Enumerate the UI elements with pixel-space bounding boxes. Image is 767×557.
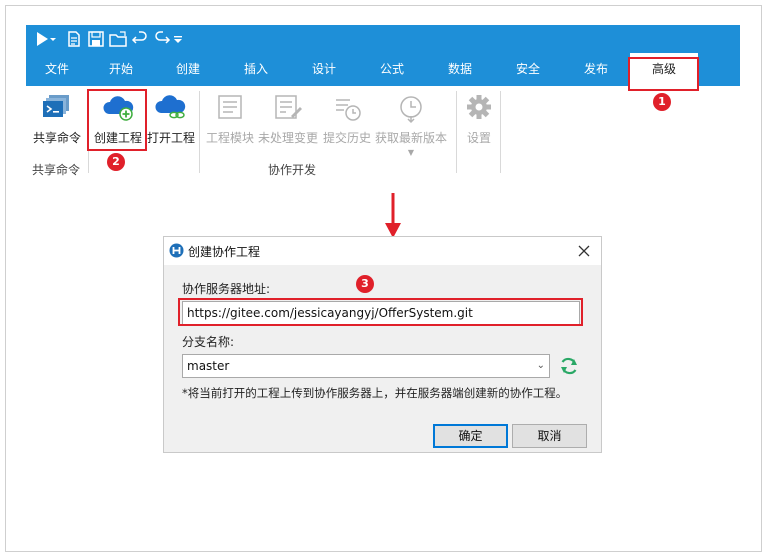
refresh-icon[interactable] (558, 355, 580, 377)
tab-design[interactable]: 设计 (290, 53, 358, 86)
create-collab-project-dialog: 创建协作工程 协作服务器地址: https://gitee.com/jessic… (163, 236, 602, 453)
dropdown-arrow-icon: ▼ (407, 148, 415, 157)
highlight-box-advanced-tab (628, 57, 699, 91)
unprocessed-changes-button[interactable]: 未处理变更 (258, 92, 318, 146)
shared-commands-button[interactable]: 共享命令 (30, 92, 84, 146)
server-address-label: 协作服务器地址: (182, 282, 271, 296)
tab-create[interactable]: 创建 (154, 53, 222, 86)
customize-toolbar-icon[interactable] (172, 29, 184, 49)
branch-name-label: 分支名称: (182, 335, 235, 349)
commit-history-button[interactable]: 提交历史 (320, 92, 374, 146)
settings-button[interactable]: 设置 (460, 92, 498, 146)
tab-formula[interactable]: 公式 (358, 53, 426, 86)
branch-name-select[interactable]: master ⌄ (182, 354, 550, 378)
module-list-icon (213, 92, 247, 124)
history-icon (330, 92, 364, 124)
tab-start[interactable]: 开始 (88, 53, 154, 86)
clock-download-icon (394, 92, 428, 124)
project-module-label: 工程模块 (205, 131, 254, 145)
group-label-collab-dev: 协作开发 (268, 163, 317, 177)
open-project-label: 打开工程 (146, 131, 195, 145)
step-marker-3: 3 (356, 275, 374, 293)
tab-data[interactable]: 数据 (426, 53, 494, 86)
branch-name-value: master (187, 359, 230, 373)
commit-history-label: 提交历史 (322, 131, 371, 145)
cancel-button[interactable]: 取消 (512, 424, 587, 448)
tab-security[interactable]: 安全 (494, 53, 562, 86)
group-separator (199, 91, 200, 173)
dialog-title: 创建协作工程 (188, 245, 261, 259)
group-separator (500, 91, 501, 173)
get-latest-version-button[interactable]: 获取最新版本 ▼ (374, 92, 448, 157)
group-label-shared-commands: 共享命令 (32, 163, 81, 177)
save-icon[interactable] (86, 29, 106, 49)
down-arrow-icon (384, 193, 402, 239)
terminal-icon (40, 92, 74, 124)
project-module-button[interactable]: 工程模块 (202, 92, 258, 146)
redo-icon[interactable] (152, 29, 172, 49)
step-marker-1: 1 (653, 93, 671, 111)
open-folder-icon[interactable] (108, 29, 128, 49)
shared-commands-label: 共享命令 (32, 131, 81, 145)
cloud-link-icon (154, 92, 188, 124)
gear-icon (462, 92, 496, 124)
tab-file[interactable]: 文件 (26, 53, 88, 86)
close-icon[interactable] (577, 243, 591, 257)
unprocessed-changes-label: 未处理变更 (258, 131, 319, 145)
dialog-note: *将当前打开的工程上传到协作服务器上，并在服务器端创建新的协作工程。 (182, 386, 568, 400)
tab-insert[interactable]: 插入 (222, 53, 290, 86)
chevron-down-icon: ⌄ (536, 360, 545, 371)
new-file-icon[interactable] (64, 29, 84, 49)
open-project-button[interactable]: 打开工程 (144, 92, 198, 146)
highlight-box-create-project (87, 89, 147, 151)
highlight-box-server-address (178, 298, 583, 326)
settings-label: 设置 (466, 131, 491, 145)
app-logo-icon (169, 243, 184, 258)
quick-access-toolbar (26, 25, 740, 53)
get-latest-version-label: 获取最新版本 (374, 131, 447, 145)
group-separator (456, 91, 457, 173)
ok-button[interactable]: 确定 (433, 424, 508, 448)
edit-document-icon (271, 92, 305, 124)
step-marker-2: 2 (107, 153, 125, 171)
tab-publish[interactable]: 发布 (562, 53, 630, 86)
run-dropdown-icon[interactable] (48, 29, 58, 49)
dialog-titlebar: 创建协作工程 (164, 237, 601, 265)
undo-icon[interactable] (130, 29, 150, 49)
